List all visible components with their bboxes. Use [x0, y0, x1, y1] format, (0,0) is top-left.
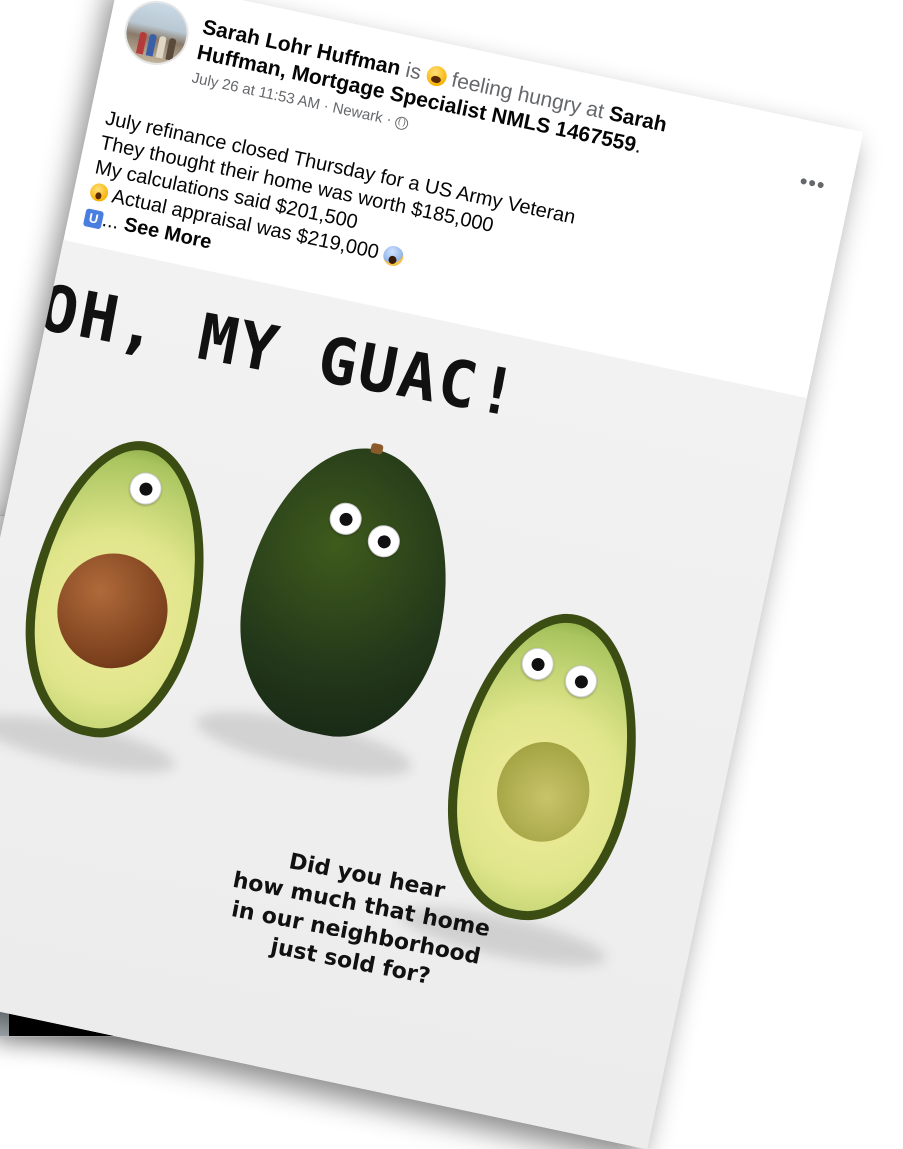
ellipsis: ... [100, 208, 122, 234]
public-globe-icon [394, 115, 410, 131]
googly-eye [326, 499, 365, 538]
facebook-post-card: Sarah Lohr Huffman is feeling hungry at … [0, 0, 864, 1149]
post-options-icon[interactable]: ••• [797, 168, 828, 199]
hungry-feeling-emoji-icon [424, 64, 449, 88]
is-word: is [403, 58, 424, 85]
avocado-half-with-pit [2, 424, 232, 754]
astonished-emoji-icon [88, 181, 110, 204]
meta-separator: · [322, 97, 331, 116]
meta-separator: · [384, 110, 394, 129]
googly-eye [364, 522, 403, 561]
whole-avocado [218, 428, 475, 755]
author-avatar[interactable] [118, 0, 195, 71]
post-image[interactable]: OH, MY GUAC! Did you hear how much that … [0, 240, 807, 1149]
scream-emoji-icon [381, 244, 406, 268]
